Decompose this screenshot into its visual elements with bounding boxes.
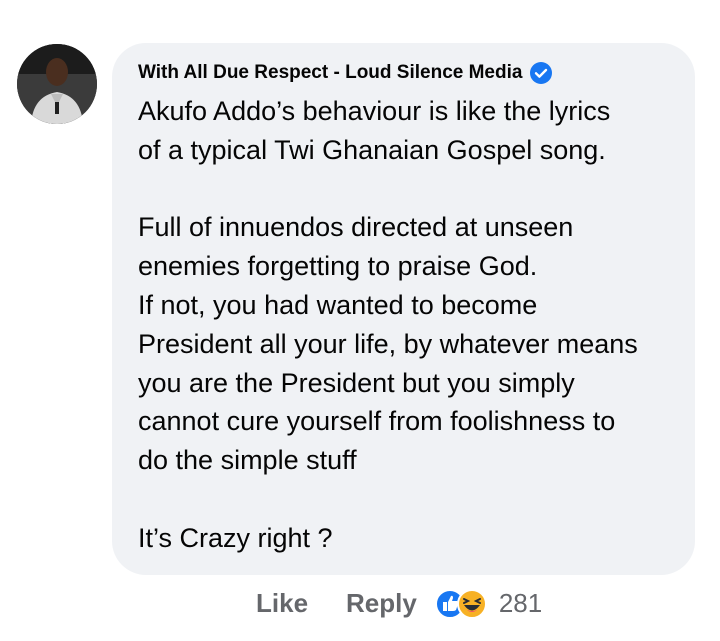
haha-reaction-icon — [456, 588, 487, 619]
comment-line: of a typical Twi Ghanaian Gospel song. — [138, 134, 606, 165]
author-name[interactable]: With All Due Respect - Loud Silence Medi… — [138, 62, 522, 84]
comment-line: cannot cure yourself from foolishness to — [138, 406, 616, 437]
comment-line: It’s Crazy right ? — [138, 522, 333, 553]
comment-author[interactable]: With All Due Respect - Loud Silence Medi… — [138, 62, 553, 84]
comment-line: do the simple stuff — [138, 445, 357, 476]
comment-line: you are the President but you simply — [138, 367, 575, 398]
comment-line: President all your life, by whatever mea… — [138, 328, 638, 359]
verified-badge-icon — [530, 62, 553, 84]
avatar[interactable] — [17, 44, 97, 124]
like-button[interactable]: Like — [256, 588, 308, 619]
reply-button[interactable]: Reply — [346, 588, 417, 619]
avatar-photo — [17, 44, 97, 124]
comment-text: Akufo Addo’s behaviour is like the lyric… — [138, 92, 683, 558]
comment-line: Full of innuendos directed at unseen — [138, 212, 574, 243]
reaction-count: 281 — [498, 588, 543, 618]
comment-line: enemies forgetting to praise God. — [138, 251, 538, 282]
comment-line: Akufo Addo’s behaviour is like the lyric… — [138, 96, 611, 126]
comment-actions: Like Reply 281 — [256, 588, 542, 619]
reactions-summary[interactable]: 281 — [434, 588, 543, 619]
comment-line: If not, you had wanted to become — [138, 289, 538, 320]
